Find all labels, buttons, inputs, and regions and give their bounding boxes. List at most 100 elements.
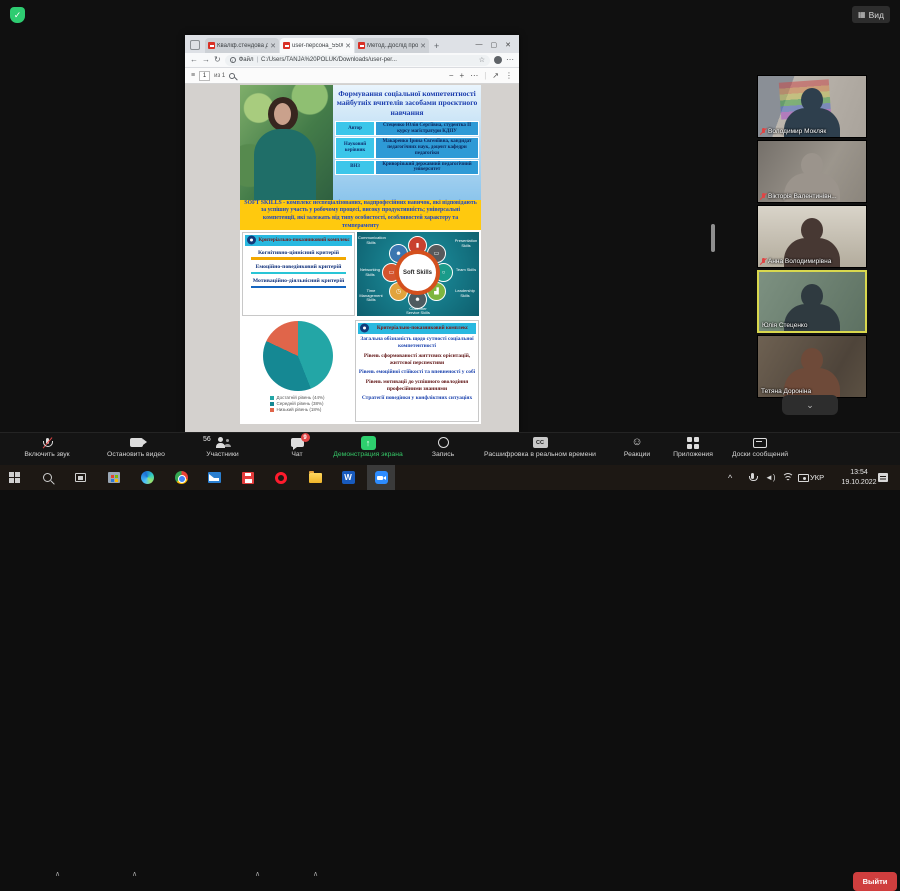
participants-options-caret[interactable]: ∧ (255, 870, 260, 878)
taskbar-search-button[interactable] (33, 465, 61, 490)
live-transcript-button[interactable]: CC Расшифровка в реальном времени (470, 435, 610, 458)
whiteboard-icon (753, 438, 767, 448)
grid-icon: ▦ (858, 10, 866, 19)
window-minimize-button[interactable]: — (476, 41, 483, 49)
browser-tab-3[interactable]: Метод..Дослід про... ✕ (355, 38, 429, 53)
tab-close-icon[interactable]: ✕ (345, 42, 351, 50)
leave-meeting-button[interactable]: Выйти (853, 872, 897, 891)
back-icon[interactable]: ← (190, 56, 198, 64)
taskbar-chrome-button[interactable] (167, 465, 195, 490)
apps-icon (687, 437, 699, 449)
taskbar-word-button[interactable]: W (334, 465, 362, 490)
scrollbar-thumb[interactable] (711, 224, 715, 252)
taskbar-store-button[interactable] (100, 465, 128, 490)
opera-browser-icon (275, 472, 287, 484)
share-screen-button[interactable]: ↑ Демонстрация экрана (320, 435, 416, 458)
tray-mic-icon[interactable] (750, 465, 755, 490)
taskbar-zoom-button[interactable] (367, 465, 395, 490)
eye-icon (360, 324, 369, 333)
tray-wifi-icon[interactable] (782, 465, 794, 490)
participant-tile[interactable]: Тетяна Дороніна (757, 335, 867, 398)
taskbar-edge-button[interactable] (133, 465, 161, 490)
reactions-button[interactable]: ☺ Реакции (614, 435, 660, 458)
browser-tab-1[interactable]: Кваліф.стендова до... ✕ (205, 38, 279, 53)
pdf-search-icon[interactable] (229, 73, 235, 79)
participant-tile[interactable]: Вікторія Валентинівн... (757, 140, 867, 203)
chat-options-caret[interactable]: ∧ (313, 870, 318, 878)
zoom-in-icon[interactable]: + (460, 71, 465, 80)
taskbar-opera-button[interactable] (267, 465, 295, 490)
word-icon: W (342, 471, 355, 484)
browser-tab-2[interactable]: user-персона_550097 ✕ (280, 38, 354, 53)
task-view-button[interactable] (66, 465, 94, 490)
whiteboard-button[interactable]: Доски сообщений (714, 435, 806, 458)
fullscreen-icon[interactable]: ↗ (492, 71, 499, 80)
tab-search-button[interactable] (190, 40, 200, 50)
criteria-card-header: Критеріально-показниковий комплекс (245, 235, 352, 246)
clock-date: 19.10.2022 (841, 478, 876, 487)
taskbar-save-app-button[interactable] (234, 465, 262, 490)
tab-close-icon[interactable]: ✕ (270, 42, 276, 50)
taskbar-clock[interactable]: 13:54 19.10.2022 (836, 465, 882, 490)
pie-chart (263, 321, 333, 391)
taskbar-explorer-button[interactable] (301, 465, 329, 490)
view-button[interactable]: ▦ Вид (852, 6, 890, 23)
browser-menu-icon[interactable]: ⋯ (506, 56, 514, 64)
tab-title: user-персона_550097 (292, 43, 343, 49)
pdf-more-icon[interactable]: ⋯ (470, 71, 478, 80)
profile-avatar[interactable] (494, 56, 502, 64)
new-tab-button[interactable]: + (434, 41, 439, 51)
record-button[interactable]: Запись (420, 435, 466, 458)
tray-cast-icon[interactable] (798, 465, 809, 490)
refresh-icon[interactable]: ↻ (214, 56, 221, 64)
criteria-card: Критеріально-показниковий комплекс Когні… (242, 232, 355, 316)
tray-expand-caret[interactable]: ^ (728, 465, 732, 490)
favorite-star-icon[interactable]: ☆ (479, 56, 485, 64)
clock-time: 13:54 (850, 468, 868, 477)
page-info-icon[interactable]: i (230, 57, 236, 63)
presentation-slide: Формування соціальної компетентності май… (240, 85, 481, 424)
floppy-disk-icon (242, 472, 254, 484)
pie-legend: Достатній рівень (44%) Середній рівень (… (270, 394, 324, 412)
tray-speaker-icon[interactable]: ◄) (765, 465, 776, 490)
language-indicator[interactable]: УКР (810, 465, 824, 490)
browser-tab-strip: Кваліф.стендова до... ✕ user-персона_550… (185, 35, 519, 53)
record-icon (438, 437, 449, 448)
pdf-settings-icon[interactable]: ⋮ (505, 71, 513, 80)
file-explorer-icon (309, 473, 322, 483)
mute-options-caret[interactable]: ∧ (55, 870, 60, 878)
video-options-caret[interactable]: ∧ (132, 870, 137, 878)
page-number-input[interactable]: 1 (199, 71, 210, 81)
muted-mic-icon (761, 193, 766, 200)
tab-title: Кваліф.стендова до... (217, 43, 268, 49)
window-close-button[interactable]: ✕ (505, 41, 511, 49)
stop-video-button[interactable]: Остановить видео (88, 435, 184, 458)
chat-button[interactable]: 9 Чат (272, 435, 322, 458)
address-bar[interactable]: i Файл | C:/Users/TANJA%20POLUK/Download… (225, 55, 490, 66)
pdf-toolbar: ≡ 1 из 1 − + ⋯ | ↗ ⋮ (185, 68, 519, 84)
participant-tile[interactable]: Анна Володимирівна (757, 205, 867, 268)
security-shield-icon[interactable]: ✓ (10, 7, 25, 23)
more-participants-chevron-button[interactable]: ⌄ (782, 395, 838, 415)
participant-name: Анна Володимирівна (768, 258, 831, 265)
forward-icon[interactable]: → (202, 56, 210, 64)
participants-count: 56 (203, 436, 211, 443)
participant-tile-active-speaker[interactable]: Юлія Стеценко (757, 270, 867, 333)
soft-skills-diagram: ▮ ▭ ○ ▟ ☻ ◷ ▭ ☻ Presentation Skills Team… (357, 232, 479, 316)
diagram-center-label: Soft Skills (395, 250, 440, 295)
start-button[interactable] (0, 465, 28, 490)
pdf-sidebar-icon[interactable]: ≡ (191, 72, 195, 79)
view-button-label: Вид (869, 10, 884, 20)
soft-skills-banner: SOFT SKILLS - комплекс неспеціалізованих… (240, 200, 481, 230)
eye-icon (247, 236, 256, 245)
participants-icon (215, 437, 231, 448)
taskbar-mail-button[interactable] (200, 465, 228, 490)
window-maximize-button[interactable]: ▢ (491, 41, 498, 49)
zoom-out-icon[interactable]: − (449, 71, 454, 80)
notification-center-icon[interactable] (878, 465, 888, 490)
mute-button[interactable]: Включить звук (8, 435, 86, 458)
participants-button[interactable]: 56 Участники (185, 435, 260, 458)
tab-close-icon[interactable]: ✕ (420, 42, 426, 50)
pdf-file-icon (208, 42, 215, 49)
participant-tile[interactable]: Володимир Мокляк (757, 75, 867, 138)
